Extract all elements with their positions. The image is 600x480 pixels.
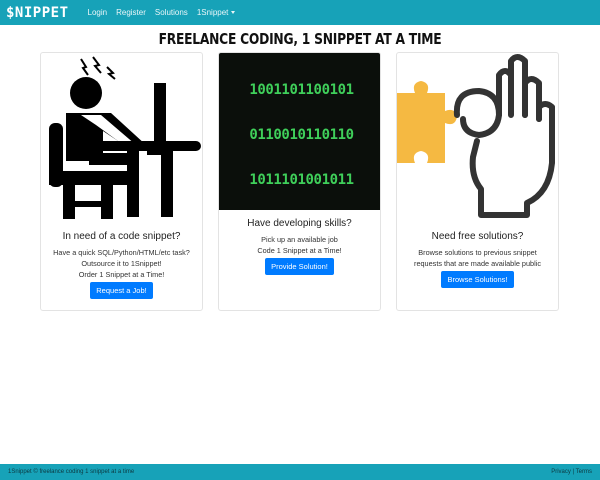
card-title: In need of a code snippet? — [62, 231, 181, 242]
card-text-line: Outsource it to 1Snippet! — [81, 259, 162, 268]
card-request-job: In need of a code snippet? Have a quick … — [40, 52, 203, 311]
card-text-line: requests that are made available public — [414, 259, 541, 268]
card-title: Have developing skills? — [247, 218, 352, 229]
nav-register[interactable]: Register — [116, 8, 146, 17]
footer: 1Snippet © freelance coding 1 snippet at… — [0, 464, 600, 480]
footer-links: Privacy | Terms — [551, 469, 592, 475]
card-text-line: Pick up an available job — [261, 235, 338, 244]
card-browse-solutions: Need free solutions? Browse solutions to… — [396, 52, 559, 311]
navbar: $NIPPET Login Register Solutions 1Snippe… — [0, 0, 600, 25]
footer-copyright: 1Snippet © freelance coding 1 snippet at… — [8, 469, 135, 475]
card-text-line: Order 1 Snippet at a Time! — [78, 270, 165, 279]
binary-row: 1001101100101 — [249, 82, 354, 98]
binary-row: 0110010110110 — [249, 127, 354, 143]
browse-solutions-button[interactable]: Browse Solutions! — [441, 271, 514, 288]
page-title: FREELANCE CODING, 1 SNIPPET AT A TIME — [158, 30, 442, 48]
terms-link[interactable]: Terms — [576, 469, 592, 475]
provide-solution-button[interactable]: Provide Solution! — [265, 258, 334, 275]
footer-separator: | — [572, 469, 575, 475]
brand-logo[interactable]: $NIPPET — [6, 5, 69, 21]
binary-row: 1011101001011 — [249, 172, 354, 188]
nav-1snippet-dropdown[interactable]: 1Snippet — [197, 8, 236, 17]
card-text-line: Browse solutions to previous snippet — [418, 248, 537, 257]
binary-code-image: 1001101100101 0110010110110 101110100101… — [219, 53, 380, 210]
chevron-down-icon — [231, 11, 236, 15]
privacy-link[interactable]: Privacy — [551, 469, 571, 475]
nav-1snippet-label: 1Snippet — [196, 8, 229, 17]
card-provide-solution: 1001101100101 0110010110110 101110100101… — [218, 52, 381, 311]
stressed-coder-illustration — [41, 53, 202, 223]
card-text-line: Have a quick SQL/Python/HTML/etc task? — [53, 248, 190, 257]
puzzle-ok-hand-illustration — [397, 53, 558, 223]
request-job-button[interactable]: Request a Job! — [90, 282, 153, 299]
nav-solutions[interactable]: Solutions — [155, 8, 188, 17]
card-text-line: Code 1 Snippet at a Time! — [257, 246, 342, 255]
nav-login[interactable]: Login — [88, 8, 108, 17]
card-title: Need free solutions? — [431, 231, 524, 242]
